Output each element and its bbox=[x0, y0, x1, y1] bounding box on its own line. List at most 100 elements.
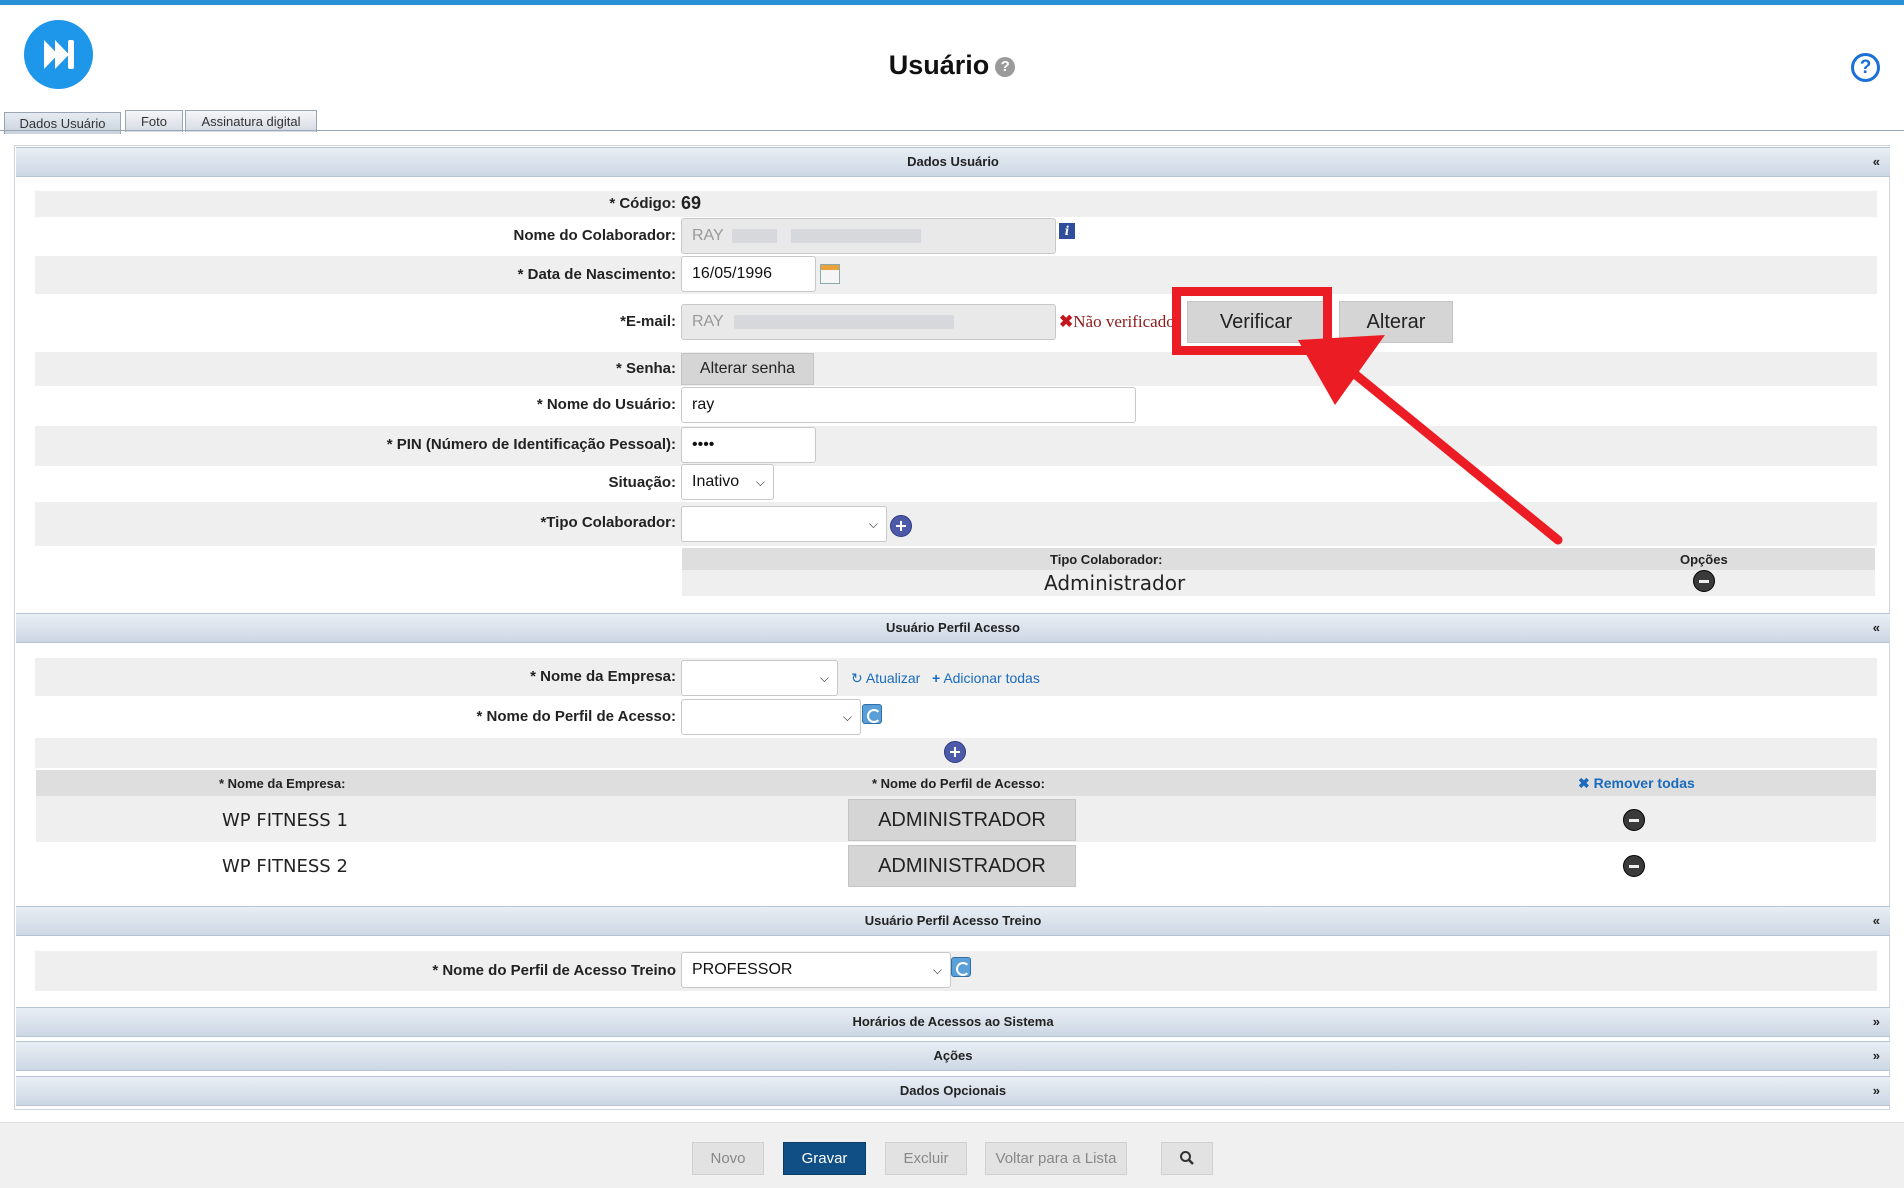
pin-label: * PIN (Número de Identificação Pessoal): bbox=[386, 436, 676, 453]
row-nascimento: * Data de Nascimento: bbox=[35, 256, 1877, 294]
chevron-down-icon: ⌵ bbox=[932, 963, 942, 977]
page-title: Usuário? bbox=[0, 50, 1904, 81]
collapse-icon[interactable]: « bbox=[1873, 614, 1880, 642]
gravar-button[interactable]: Gravar bbox=[783, 1142, 866, 1175]
situacao-value: Inativo bbox=[692, 473, 740, 490]
plus-icon: + bbox=[932, 670, 941, 686]
section-title: Dados Usuário bbox=[907, 154, 999, 169]
x-icon: ✖ bbox=[1578, 775, 1590, 791]
perfil-col-header: * Nome do Perfil de Acesso: bbox=[872, 776, 1045, 791]
collapse-icon[interactable]: « bbox=[1873, 148, 1880, 176]
x-icon: ✖ bbox=[1059, 312, 1074, 331]
help-button[interactable]: ? bbox=[1851, 53, 1880, 82]
codigo-value: 69 bbox=[681, 193, 702, 213]
tipo-colaborador-select[interactable]: ⌵ bbox=[681, 506, 887, 542]
empresa-col-header: * Nome da Empresa: bbox=[219, 776, 346, 791]
atualizar-label: Atualizar bbox=[865, 670, 921, 686]
calendar-icon[interactable] bbox=[820, 264, 840, 284]
question-icon[interactable]: ? bbox=[995, 57, 1016, 77]
tipo-table-header: Tipo Colaborador: Opções bbox=[682, 548, 1875, 570]
row-tipo-colaborador: *Tipo Colaborador: bbox=[35, 502, 1877, 546]
email-status: ✖Não verificado bbox=[1059, 312, 1174, 332]
email-status-text: Não verificado bbox=[1073, 312, 1174, 331]
redacted-blur bbox=[733, 314, 954, 329]
refresh-perfil-icon[interactable] bbox=[862, 704, 882, 724]
annotation-arrow bbox=[1298, 335, 1563, 545]
search-button[interactable] bbox=[1161, 1142, 1213, 1175]
codigo-label: * Código: bbox=[609, 195, 676, 212]
perfil-select[interactable]: ⌵ bbox=[681, 699, 861, 735]
remove-tipo-icon[interactable] bbox=[1693, 570, 1715, 592]
add-perfil-icon[interactable] bbox=[944, 741, 966, 763]
situacao-label: Situação: bbox=[608, 474, 676, 491]
perfil-table-header: * Nome da Empresa: * Nome do Perfil de A… bbox=[36, 770, 1876, 796]
remove-perfil-icon[interactable] bbox=[1623, 855, 1645, 877]
tipo-col-header: Tipo Colaborador: bbox=[1050, 552, 1163, 567]
page-title-text: Usuário bbox=[888, 50, 990, 80]
redacted-blur bbox=[791, 228, 922, 243]
tab-foto[interactable]: Foto bbox=[125, 110, 183, 132]
novo-button[interactable]: Novo bbox=[692, 1142, 764, 1175]
chevron-down-icon: ⌵ bbox=[842, 710, 852, 724]
section-header-perfil-acesso[interactable]: Usuário Perfil Acesso « bbox=[16, 613, 1890, 643]
empresa-select[interactable]: ⌵ bbox=[681, 660, 838, 696]
section-header-horarios[interactable]: Horários de Acessos ao Sistema » bbox=[16, 1007, 1890, 1037]
email-value: RAY bbox=[692, 313, 724, 330]
adicionar-todas-link[interactable]: + Adicionar todas bbox=[932, 670, 1040, 686]
tipo-cell: Administrador bbox=[1044, 571, 1186, 595]
remover-todas-link[interactable]: ✖ Remover todas bbox=[1578, 775, 1695, 792]
username-input[interactable]: ray bbox=[681, 387, 1136, 423]
opcoes-col-header: Opções bbox=[1680, 552, 1728, 567]
voltar-button[interactable]: Voltar para a Lista bbox=[985, 1142, 1127, 1175]
senha-label: * Senha: bbox=[615, 360, 676, 377]
remove-perfil-icon[interactable] bbox=[1623, 809, 1645, 831]
tipo-colaborador-label: *Tipo Colaborador: bbox=[540, 514, 676, 531]
empresa-cell: WP FITNESS 1 bbox=[222, 810, 348, 831]
section-header-dados-opcionais[interactable]: Dados Opcionais » bbox=[16, 1076, 1890, 1106]
row-perfil: * Nome do Perfil de Acesso: bbox=[35, 698, 1877, 736]
pin-input[interactable]: •••• bbox=[681, 427, 816, 463]
change-password-button[interactable]: Alterar senha bbox=[681, 353, 814, 385]
section-title: Ações bbox=[933, 1048, 973, 1063]
chevron-down-icon: ⌵ bbox=[868, 517, 878, 531]
email-field: RAY bbox=[681, 304, 1056, 340]
refresh-icon: ↻ bbox=[851, 670, 863, 686]
expand-icon[interactable]: » bbox=[1873, 1077, 1880, 1105]
section-title: Horários de Acessos ao Sistema bbox=[852, 1014, 1054, 1029]
email-label: *E-mail: bbox=[620, 313, 676, 330]
birthdate-input[interactable]: 16/05/1996 bbox=[681, 256, 816, 292]
section-header-perfil-treino[interactable]: Usuário Perfil Acesso Treino « bbox=[16, 906, 1890, 936]
expand-icon[interactable]: » bbox=[1873, 1042, 1880, 1070]
chevron-down-icon: ⌵ bbox=[755, 475, 765, 489]
section-title: Usuário Perfil Acesso bbox=[886, 620, 1020, 635]
add-tipo-colaborador-icon[interactable] bbox=[890, 515, 912, 537]
perfil-treino-value: PROFESSOR bbox=[692, 961, 793, 978]
section-title: Dados Opcionais bbox=[899, 1083, 1007, 1098]
chevron-down-icon: ⌵ bbox=[819, 671, 829, 685]
perfil-treino-select[interactable]: PROFESSOR ⌵ bbox=[681, 952, 951, 988]
section-header-acoes[interactable]: Ações » bbox=[16, 1041, 1890, 1071]
situacao-select[interactable]: Inativo ⌵ bbox=[681, 464, 774, 500]
atualizar-link[interactable]: ↻ Atualizar bbox=[851, 670, 920, 687]
expand-icon[interactable]: » bbox=[1873, 1008, 1880, 1036]
colaborador-value: RAY bbox=[692, 227, 724, 244]
colaborador-field: RAY bbox=[681, 218, 1056, 254]
refresh-perfil-treino-icon[interactable] bbox=[951, 957, 971, 977]
row-situacao: Situação: bbox=[35, 464, 1877, 502]
tab-assinatura-digital[interactable]: Assinatura digital bbox=[185, 110, 317, 132]
perfil-cell-button[interactable]: ADMINISTRADOR bbox=[848, 799, 1076, 841]
collapse-icon[interactable]: « bbox=[1873, 907, 1880, 935]
section-header-dados-usuario[interactable]: Dados Usuário « bbox=[16, 147, 1890, 177]
empresa-label: * Nome da Empresa: bbox=[530, 668, 676, 685]
remover-todas-label: Remover todas bbox=[1593, 775, 1695, 791]
adicionar-todas-label: Adicionar todas bbox=[943, 670, 1040, 686]
section-title: Usuário Perfil Acesso Treino bbox=[864, 913, 1042, 928]
perfil-cell-button[interactable]: ADMINISTRADOR bbox=[848, 845, 1076, 887]
row-pin: * PIN (Número de Identificação Pessoal): bbox=[35, 426, 1877, 466]
row-codigo: * Código: 69 bbox=[35, 191, 1877, 217]
excluir-button[interactable]: Excluir bbox=[885, 1142, 967, 1175]
empresa-cell: WP FITNESS 2 bbox=[222, 856, 348, 877]
perfil-label: * Nome do Perfil de Acesso: bbox=[476, 708, 677, 725]
info-icon[interactable]: i bbox=[1059, 223, 1075, 239]
colaborador-label: Nome do Colaborador: bbox=[513, 227, 676, 244]
